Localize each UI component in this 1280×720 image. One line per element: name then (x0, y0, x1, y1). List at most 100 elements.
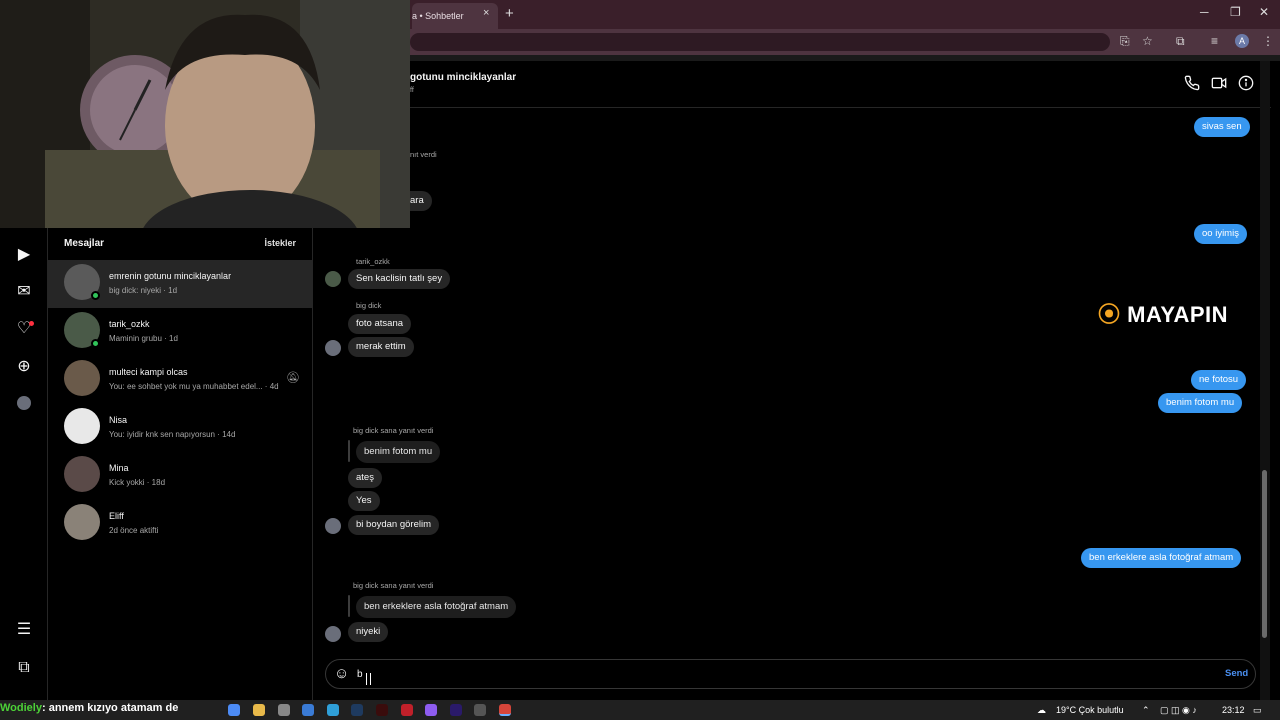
more-icon[interactable]: ⧉ (14, 658, 34, 678)
quoted-message[interactable]: benim fotom mu (356, 441, 441, 463)
sender-avatar[interactable] (325, 340, 341, 356)
profile-icon[interactable] (17, 396, 31, 410)
message-incoming[interactable]: Yes (348, 491, 380, 511)
close-window-button[interactable]: ✕ (1259, 5, 1269, 19)
info-icon[interactable] (1238, 75, 1254, 95)
chrome-taskbar-icon[interactable] (228, 704, 240, 716)
app-icon[interactable] (278, 704, 290, 716)
conversation-preview: You: iyidir knk sen napıyorsun · 14d (109, 430, 236, 439)
address-bar[interactable] (410, 33, 1110, 51)
send-button[interactable]: Send (1225, 668, 1248, 679)
conversation-name: Eliff (109, 511, 124, 521)
phone-icon[interactable] (1184, 75, 1200, 95)
create-icon[interactable]: ⊕ (14, 357, 34, 377)
app-icon[interactable] (401, 704, 413, 716)
ticker-username: Wodiely (0, 702, 42, 714)
bookmark-star-icon[interactable]: ☆ (1142, 34, 1153, 48)
inbox-title: Mesajlar (64, 238, 105, 249)
sender-name: big dick (356, 301, 382, 310)
message-outgoing[interactable]: ne fotosu (1191, 370, 1247, 390)
message-outgoing[interactable]: ben erkeklere asla fotoğraf atmam (1081, 548, 1242, 568)
messenger-icon[interactable]: ✉ (14, 282, 34, 302)
ticker-message: : annem kızıyo atamam de (41, 702, 179, 714)
reply-bar (348, 595, 350, 617)
message-incoming[interactable]: bi boydan görelim (348, 515, 439, 535)
conversation-item[interactable]: Mina Kick yokki · 18d (48, 452, 313, 500)
sender-avatar[interactable] (325, 518, 341, 534)
chrome-active-icon[interactable] (499, 704, 511, 716)
conversation-name: Nisa (109, 415, 128, 425)
conversation-item[interactable]: tarik_ozkk Maminin grubu · 1d (48, 308, 313, 356)
message-incoming[interactable]: niyeki (348, 622, 389, 642)
conversation-name: tarik_ozkk (109, 319, 150, 329)
scrollbar-thumb[interactable] (1262, 470, 1267, 638)
media-icon[interactable]: ≡ (1211, 34, 1218, 48)
conversation-preview: big dick: niyeki · 1d (109, 286, 178, 295)
conversation-avatar (64, 408, 100, 444)
sender-avatar[interactable] (325, 271, 341, 287)
file-explorer-icon[interactable] (253, 704, 265, 716)
tray-chevron-icon[interactable]: ⌃ (1142, 705, 1150, 716)
online-indicator (91, 339, 100, 348)
browser-menu-icon[interactable]: ⋮ (1262, 34, 1274, 48)
message-incoming[interactable]: foto atsana (348, 314, 412, 334)
menu-icon[interactable]: ☰ (14, 620, 34, 640)
photoshop-icon[interactable] (351, 704, 363, 716)
webcam-overlay (0, 0, 410, 228)
tab-close-icon[interactable]: × (483, 7, 489, 19)
message-outgoing[interactable]: benim fotom mu (1158, 393, 1243, 413)
muted-bell-icon[interactable]: 🔕︎ (286, 371, 300, 384)
text-cursor-icon (366, 673, 371, 685)
conversation-preview: Maminin grubu · 1d (109, 334, 178, 343)
sender-avatar[interactable] (325, 626, 341, 642)
quoted-message[interactable]: ben erkeklere asla fotoğraf atmam (356, 596, 517, 618)
reply-meta: nıt verdi (410, 150, 437, 159)
conversation-name: multeci kampi olcas (109, 367, 188, 377)
chat-header (314, 61, 1271, 108)
reply-meta: big dick sana yanıt verdi (353, 581, 434, 590)
sender-name: tarik_ozkk (356, 257, 390, 266)
conversation-item[interactable]: multeci kampi olcas You: ee sohbet yok mu… (48, 356, 313, 404)
app-icon[interactable] (302, 704, 314, 716)
notification-icon[interactable]: ▭ (1253, 705, 1262, 716)
chat-subtitle: ff (410, 87, 414, 94)
conversation-avatar (64, 456, 100, 492)
clock[interactable]: 23:12 (1222, 705, 1245, 715)
video-icon[interactable] (1210, 75, 1228, 95)
illustrator-icon[interactable] (376, 704, 388, 716)
message-incoming[interactable]: Sen kaclisin tatlı şey (348, 269, 451, 289)
emoji-icon[interactable]: ☺ (334, 665, 349, 682)
stream-chat-ticker: Wodiely: annem kızıyo atamam de (0, 702, 178, 714)
notification-dot (29, 321, 34, 326)
conversation-item[interactable]: emrenin gotunu minciklayanlar big dick: n… (48, 260, 313, 308)
app-icon[interactable] (425, 704, 437, 716)
conversation-item[interactable]: Nisa You: iyidir knk sen napıyorsun · 14d (48, 404, 313, 452)
weather-text[interactable]: 19°C Çok bulutlu (1056, 705, 1124, 715)
requests-link[interactable]: İstekler (264, 238, 296, 248)
reels-icon[interactable]: ▶ (14, 245, 34, 265)
conversation-name: Mina (109, 463, 129, 473)
install-icon[interactable]: ⎘ (1120, 34, 1130, 49)
minimize-button[interactable]: ─ (1200, 5, 1209, 19)
conversation-item[interactable]: Eliff 2d önce aktifti (48, 500, 313, 548)
reply-bar (348, 440, 350, 462)
message-incoming[interactable]: ateş (348, 468, 382, 488)
new-tab-button[interactable]: + (505, 5, 514, 22)
conversation-avatar (64, 360, 100, 396)
premiere-icon[interactable] (450, 704, 462, 716)
message-incoming[interactable]: merak ettim (348, 337, 414, 357)
stream-watermark-logo: ⦿ MAYAPIN (1098, 302, 1229, 327)
edge-icon[interactable] (327, 704, 339, 716)
message-outgoing[interactable]: sivas sen (1194, 117, 1250, 137)
obs-icon[interactable] (474, 704, 486, 716)
weather-icon[interactable]: ☁ (1037, 705, 1046, 716)
tray-icons[interactable]: ▢ ◫ ◉ ♪ (1160, 705, 1197, 716)
conversation-preview: You: ee sohbet yok mu ya muhabbet edel..… (109, 382, 279, 391)
maximize-button[interactable]: ❐ (1230, 5, 1241, 19)
message-input[interactable] (357, 664, 1177, 684)
extensions-icon[interactable]: ⧉ (1176, 34, 1185, 49)
online-indicator (91, 291, 100, 300)
message-outgoing[interactable]: oo iyimiş (1194, 224, 1247, 244)
profile-avatar[interactable]: A (1235, 34, 1249, 48)
chat-title[interactable]: gotunu minciklayanlar (410, 72, 516, 83)
